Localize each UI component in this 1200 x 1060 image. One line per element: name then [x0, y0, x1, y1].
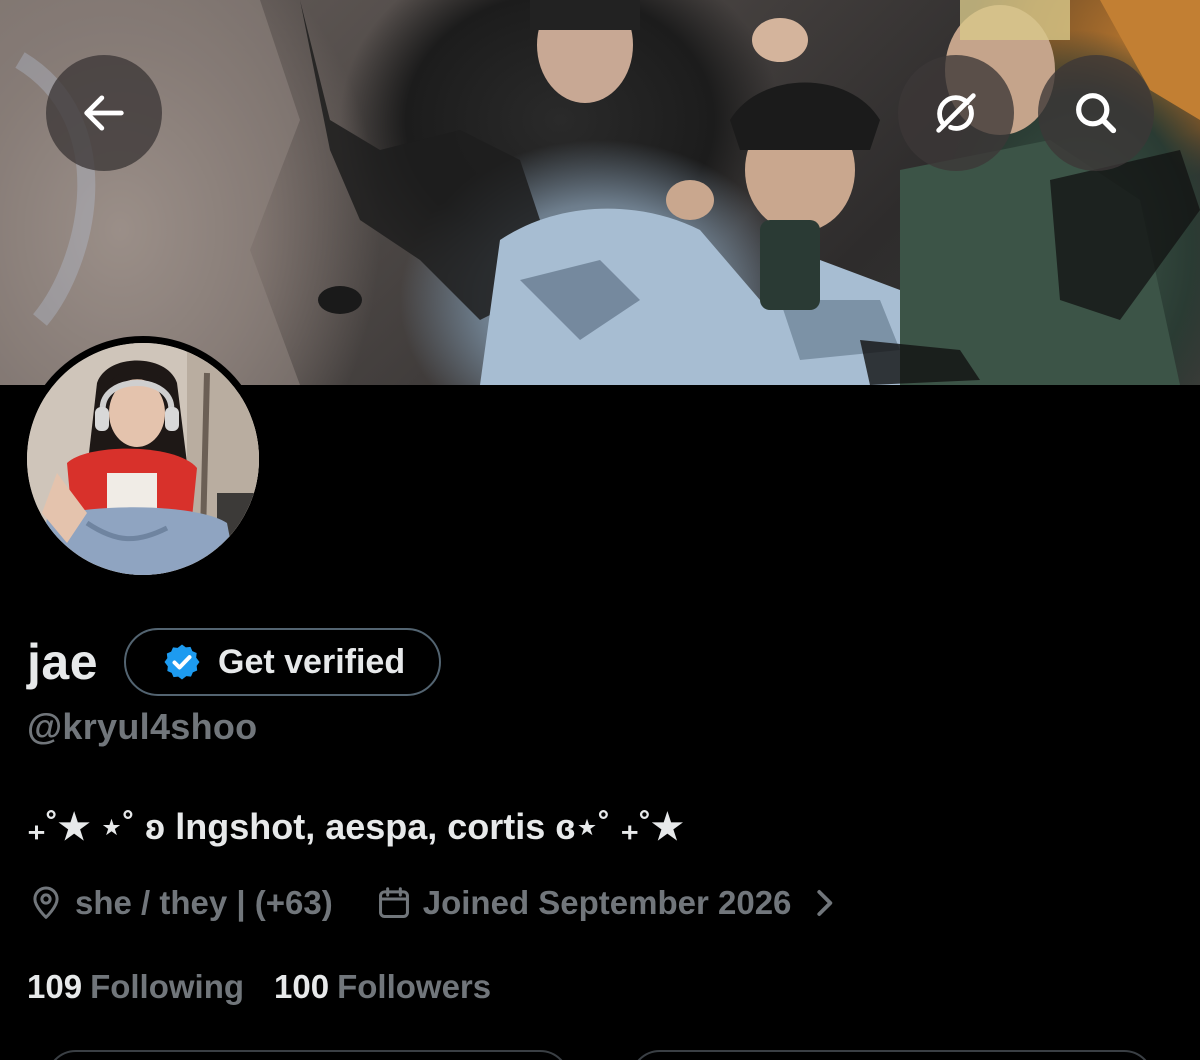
- search-button[interactable]: [1038, 55, 1154, 171]
- calendar-icon: [378, 887, 409, 918]
- joined-item[interactable]: Joined September 2026: [375, 884, 854, 922]
- avatar-photo: [27, 343, 259, 575]
- profile-page: jae Get verified @kryul4shoo ₊˚★ ⋆˚ ʚ ln…: [0, 0, 1200, 1060]
- follow-stats: 109 Following 100 Followers: [27, 962, 491, 1012]
- grok-icon: [936, 93, 976, 133]
- banner-photo: [0, 0, 1200, 385]
- followers-count: 100: [274, 968, 330, 1005]
- get-verified-button[interactable]: Get verified: [124, 628, 442, 696]
- followers-link[interactable]: 100 Followers: [274, 968, 491, 1006]
- location-pin-icon: [33, 886, 59, 919]
- joined-text: Joined September 2026: [422, 884, 792, 921]
- chevron-right-icon: [817, 890, 833, 916]
- location-item: she / they | (+63): [27, 884, 333, 922]
- followers-label: Followers: [337, 968, 492, 1005]
- back-button[interactable]: [46, 55, 162, 171]
- following-label: Following: [90, 968, 245, 1005]
- grok-button[interactable]: [898, 55, 1014, 171]
- arrow-left-icon: [84, 95, 124, 131]
- display-name: jae: [27, 634, 99, 690]
- name-row: jae Get verified: [27, 628, 442, 696]
- bottom-button-left[interactable]: [46, 1050, 570, 1060]
- following-link[interactable]: 109 Following: [27, 968, 244, 1006]
- profile-handle: @kryul4shoo: [27, 706, 258, 747]
- get-verified-label: Get verified: [218, 642, 406, 681]
- following-count: 109: [27, 968, 83, 1005]
- search-icon: [1076, 93, 1117, 134]
- bottom-button-right[interactable]: [630, 1050, 1154, 1060]
- avatar[interactable]: [20, 336, 266, 582]
- location-text: she / they | (+63): [75, 884, 333, 921]
- profile-banner[interactable]: [0, 0, 1200, 385]
- profile-meta: she / they | (+63) Joined September 2026: [27, 878, 853, 928]
- verified-badge-icon: [164, 644, 200, 680]
- profile-bio: ₊˚★ ⋆˚ ʚ lngshot, aespa, cortis ɞ⋆˚ ₊˚★: [27, 806, 684, 847]
